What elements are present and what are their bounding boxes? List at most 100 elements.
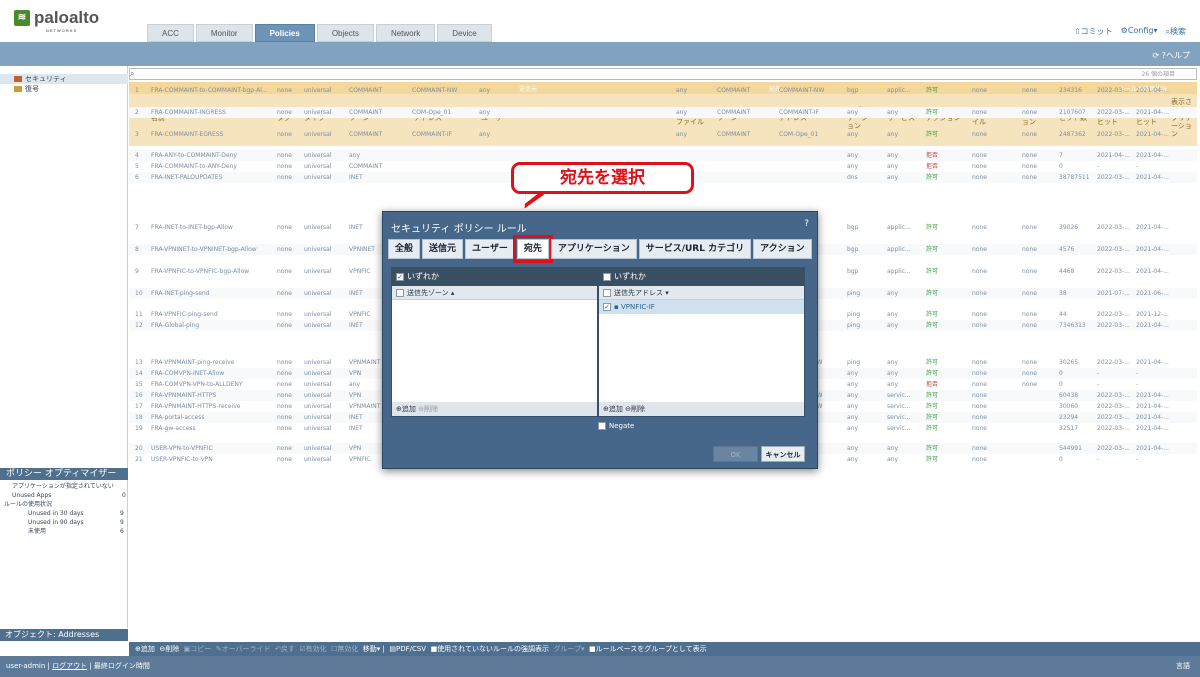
- group-button[interactable]: グループ▾: [553, 645, 584, 653]
- enable-label: 有効化: [305, 645, 327, 653]
- add-button[interactable]: ⊕追加: [135, 645, 155, 653]
- dtab-actions[interactable]: アクション: [753, 239, 812, 259]
- table-row[interactable]: 4 FRA-ANY-to-COMMAINT-Deny none universal an…: [129, 150, 1197, 161]
- commit-button[interactable]: ⇧コミット: [1074, 26, 1113, 37]
- address-delete-button[interactable]: ⊖削除: [625, 405, 645, 413]
- tab-acc[interactable]: ACC: [147, 24, 194, 42]
- nav-item-decryption[interactable]: 復号: [0, 84, 128, 94]
- address-any-checkbox[interactable]: [603, 272, 611, 281]
- cell-name[interactable]: FRA-COMMAINT-to-COMMAINT-bgp-Al...: [151, 85, 276, 96]
- tab-device[interactable]: Device: [437, 24, 492, 42]
- revert-button[interactable]: ↶戻す: [275, 645, 295, 653]
- rulebase-group-checkbox[interactable]: ■ルールベースをグループとして表示: [589, 645, 707, 653]
- opt-item-unused-30[interactable]: Unused in 30 days 9: [28, 510, 124, 518]
- cell-name[interactable]: FRA-gw-access: [151, 423, 276, 434]
- zone-add-button[interactable]: ⊕追加: [396, 405, 416, 413]
- highlight-unused-checkbox[interactable]: ■使用されていないルールの強調表示: [431, 645, 549, 653]
- table-row[interactable]: 3 FRA-COMMAINT-EGRESS none universal COMMAIN…: [129, 129, 1197, 140]
- cell-svc: applic...: [887, 224, 911, 231]
- cell-name[interactable]: FRA-ANY-to-COMMAINT-Deny: [151, 150, 276, 161]
- cell-tag: none: [277, 87, 292, 94]
- tab-objects[interactable]: Objects: [316, 24, 374, 42]
- zone-any-checkbox[interactable]: ✓: [396, 272, 404, 281]
- cell-n: 8: [135, 246, 139, 253]
- cancel-button[interactable]: キャンセル: [761, 446, 805, 462]
- dialog-help-icon[interactable]: ?: [804, 219, 809, 229]
- cell-last: 2022-03-...: [1097, 425, 1130, 432]
- opt-item-rule-usage[interactable]: ルールの使用状況: [4, 501, 52, 509]
- cell-name[interactable]: FRA-COMMAINT-EGRESS: [151, 129, 276, 140]
- logout-link[interactable]: ログアウト: [52, 662, 87, 670]
- pdf-csv-button[interactable]: ▤PDF/CSV: [389, 645, 426, 653]
- cell-name[interactable]: FRA-INET-ping-send: [151, 288, 276, 299]
- cell-name[interactable]: FRA-COMMAINT-to-ANY-Deny: [151, 161, 276, 172]
- opt-item-unused-apps[interactable]: Unused Apps 0: [12, 492, 126, 500]
- negate-checkbox[interactable]: [598, 422, 606, 430]
- cell-name[interactable]: FRA-VPNFIC-to-VPNFIC-bgp-Allow: [151, 266, 276, 277]
- cell-act: 許可: [926, 311, 939, 318]
- dtab-service-url[interactable]: サービス/URL カテゴリ: [638, 239, 752, 259]
- opt-item-no-app[interactable]: アプリケーションが指定されていない: [12, 483, 114, 491]
- config-button[interactable]: ⚙Config▾: [1121, 26, 1158, 37]
- cell-daddr: COM-Ope_01: [779, 131, 819, 138]
- cell-svc: any: [887, 109, 899, 116]
- cell-name[interactable]: FRA-INET-PALOUPDATES: [151, 172, 276, 183]
- cell-hip: any: [676, 131, 688, 138]
- cell-name[interactable]: USER-VPN-to-VPNFIC: [151, 443, 276, 454]
- cell-opt: none: [1022, 268, 1037, 275]
- address-item-checkbox[interactable]: ✓: [603, 303, 611, 311]
- zone-delete-button[interactable]: ⊖削除: [418, 405, 438, 413]
- refresh-icon[interactable]: ⟳: [1153, 51, 1160, 60]
- ok-button[interactable]: OK: [713, 446, 758, 462]
- cell-szone: COMMAINT: [349, 109, 383, 116]
- address-select-all[interactable]: [603, 289, 611, 297]
- language-link[interactable]: 言語: [1176, 656, 1190, 677]
- cell-name[interactable]: USER-VPNFIC-to-VPN: [151, 454, 276, 465]
- zone-select-all[interactable]: [396, 289, 404, 297]
- enable-button[interactable]: ☑有効化: [299, 645, 326, 653]
- cell-name[interactable]: FRA-COMVPN-VPN-to-ALLDENY: [151, 379, 276, 390]
- cell-opt: none: [1022, 87, 1037, 94]
- opt-item-unused-90[interactable]: Unused in 90 days 9: [28, 519, 124, 527]
- cell-app: any: [847, 445, 859, 452]
- help-link[interactable]: ⟳ ?ヘルプ: [1153, 50, 1191, 61]
- tab-policies[interactable]: Policies: [254, 24, 315, 42]
- cell-name[interactable]: FRA-VPNMAINT-HTTPS-receive: [151, 401, 276, 412]
- dtab-application[interactable]: アプリケーション: [550, 239, 637, 259]
- delete-button[interactable]: ⊖削除: [159, 645, 179, 653]
- move-button[interactable]: 移動▾: [363, 645, 381, 653]
- tab-monitor[interactable]: Monitor: [195, 24, 253, 42]
- tab-network[interactable]: Network: [375, 24, 436, 42]
- cell-name[interactable]: FRA-portal-access: [151, 412, 276, 423]
- dtab-destination[interactable]: 宛先: [512, 235, 553, 263]
- address-add-button[interactable]: ⊕追加: [603, 405, 623, 413]
- copy-button[interactable]: ▣コピー: [184, 645, 212, 653]
- cell-name[interactable]: FRA-INET-to-INET-bgp-Allow: [151, 222, 276, 233]
- cell-name[interactable]: FRA-VPNMAINT-ping-receive: [151, 357, 276, 368]
- negate-option[interactable]: Negate: [598, 422, 634, 430]
- table-row[interactable]: 2 FRA-COMMAINT-INGRESS none universal COMMAI…: [129, 107, 1197, 118]
- search-button[interactable]: ⌕検索: [1166, 26, 1186, 37]
- cell-name[interactable]: FRA-COMVPN-INET-Allow: [151, 368, 276, 379]
- disable-button[interactable]: ☐無効化: [331, 645, 358, 653]
- cell-name[interactable]: FRA-VPNINET-to-VPNINET-bgp-Allow: [151, 244, 276, 255]
- cell-name[interactable]: FRA-VPNFIC-ping-send: [151, 309, 276, 320]
- zone-any-row[interactable]: ✓ いずれか: [392, 268, 597, 286]
- nav-item-security[interactable]: セキュリティ: [0, 74, 128, 84]
- dtab-user[interactable]: ユーザー: [465, 239, 515, 259]
- dtab-general[interactable]: 全般: [388, 239, 421, 259]
- address-any-row[interactable]: いずれか: [599, 268, 804, 286]
- table-row[interactable]: 1 FRA-COMMAINT-to-COMMAINT-bgp-Al... none u…: [129, 85, 1197, 96]
- cell-name[interactable]: FRA-COMMAINT-INGRESS: [151, 107, 276, 118]
- any-label: いずれか: [407, 272, 439, 281]
- cell-act: 拒否: [926, 381, 939, 388]
- cell-act: 拒否: [926, 163, 939, 170]
- opt-item-never-used[interactable]: 未使用 6: [28, 528, 124, 536]
- filter-input[interactable]: ⌕: [129, 68, 1197, 80]
- cell-hits: 32517: [1059, 425, 1079, 432]
- cell-name[interactable]: FRA-Global-ping: [151, 320, 276, 331]
- override-button[interactable]: ✎オーバーライド: [216, 645, 271, 653]
- address-item[interactable]: ✓ ▪ VPNFIC-IF: [599, 300, 804, 314]
- cell-name[interactable]: FRA-VPNMAINT-HTTPS: [151, 390, 276, 401]
- dtab-source[interactable]: 送信元: [422, 239, 464, 259]
